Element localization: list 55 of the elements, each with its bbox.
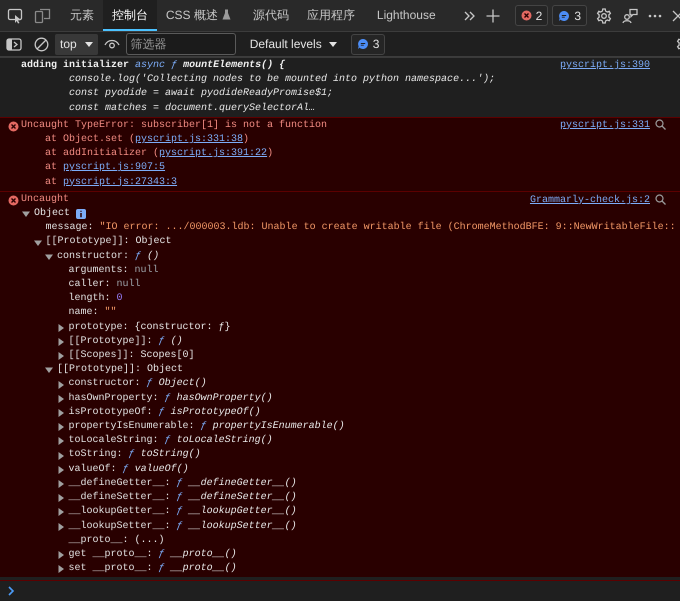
tab[interactable]: 元素 — [60, 0, 103, 31]
property-line: constructor: ƒ Object() — [68, 377, 207, 392]
levels-dropdown[interactable]: Default levels — [246, 35, 341, 53]
stack-trace-line: at pyscript.js:907:5 — [44, 161, 166, 176]
property-line: __proto__: (...) — [68, 534, 165, 548]
stack-trace-line: at addInitializer (pyscript.js:391:22) — [44, 147, 274, 162]
property-line: toString: ƒ toString() — [68, 448, 201, 462]
issues-count[interactable]: 3 — [350, 34, 386, 54]
code-line: const matches = document.querySelectorAl… — [68, 102, 316, 116]
property-line: [[Prototype]]: Object — [46, 235, 172, 250]
property-line: __defineSetter__: ƒ __defineSetter__() — [68, 491, 297, 506]
source-link[interactable]: pyscript.js:391:22 — [159, 148, 268, 160]
property-line: set __proto__: ƒ __proto__() — [68, 562, 237, 576]
error-message: Uncaught — [21, 192, 70, 207]
message-count[interactable]: 3 — [552, 5, 587, 26]
property-line: propertyIsEnumerable: ƒ propertyIsEnumerable() — [68, 420, 345, 434]
property-line: length: 0 — [68, 292, 123, 306]
filter-field[interactable]: 筛选器 — [126, 33, 236, 55]
property-line: __lookupGetter__: ƒ __lookupGetter__() — [68, 505, 297, 520]
property-line: get __proto__: ƒ __proto__() — [68, 548, 237, 562]
tab[interactable]: 源代码 — [244, 0, 298, 31]
error-count[interactable]: 2 — [514, 5, 548, 26]
property-line: message: "IO error: .../000003.ldb: Unable to create writable file (ChromeMethodBFE: 9::NewWritableFile:: — [46, 221, 676, 236]
source-link[interactable]: pyscript.js:907:5 — [63, 162, 166, 174]
property-line: valueOf: ƒ valueOf() — [68, 462, 189, 477]
source-link[interactable]: Grammarly-check.js:2 — [530, 194, 650, 208]
context-dropdown[interactable]: top — [55, 34, 98, 54]
property-line: Object — [34, 207, 70, 222]
source-link[interactable]: pyscript.js:331:38 — [135, 134, 244, 146]
stack-trace-line: at Object.set (pyscript.js:331:38) — [44, 133, 250, 148]
property-line: prototype: {constructor: ƒ} — [68, 320, 231, 335]
code-line: console.log('Collecting nodes to be mounted into python namespace...'); — [68, 73, 496, 88]
tab[interactable]: CSS 概述 — [156, 0, 240, 31]
property-line: hasOwnProperty: ƒ hasOwnProperty() — [68, 392, 273, 406]
property-line: isPrototypeOf: ƒ isPrototypeOf() — [68, 406, 261, 420]
property-line: name: "" — [68, 306, 117, 320]
property-line: toLocaleString: ƒ toLocaleString() — [68, 434, 273, 448]
error-message: Uncaught TypeError: subscriber[1] is not a function — [21, 118, 328, 133]
property-line: arguments: null — [68, 264, 159, 278]
property-line: constructor: ƒ () — [57, 250, 160, 264]
tab[interactable]: Lighthouse — [368, 0, 445, 31]
property-line: caller: null — [68, 278, 141, 292]
log-message: adding initializer async ƒ mountElements() { — [21, 59, 286, 73]
source-link[interactable]: pyscript.js:390 — [560, 59, 650, 74]
tab[interactable]: 控制台 — [102, 0, 157, 31]
property-line: [[Prototype]]: ƒ () — [68, 334, 183, 349]
source-link[interactable]: pyscript.js:27343:3 — [63, 176, 178, 188]
property-line: __lookupSetter__: ƒ __lookupSetter__() — [68, 520, 297, 534]
code-line: const pyodide = await pyodideReadyPromise$1; — [68, 87, 334, 102]
source-link[interactable]: pyscript.js:331 — [560, 118, 650, 134]
property-line: [[Prototype]]: Object — [57, 363, 184, 378]
tab[interactable]: 应用程序 — [298, 0, 364, 31]
property-line: __defineGetter__: ƒ __defineGetter__() — [68, 476, 297, 491]
property-line: [[Scopes]]: Scopes[0] — [68, 349, 195, 364]
stack-trace-line: at pyscript.js:27343:3 — [44, 176, 178, 190]
